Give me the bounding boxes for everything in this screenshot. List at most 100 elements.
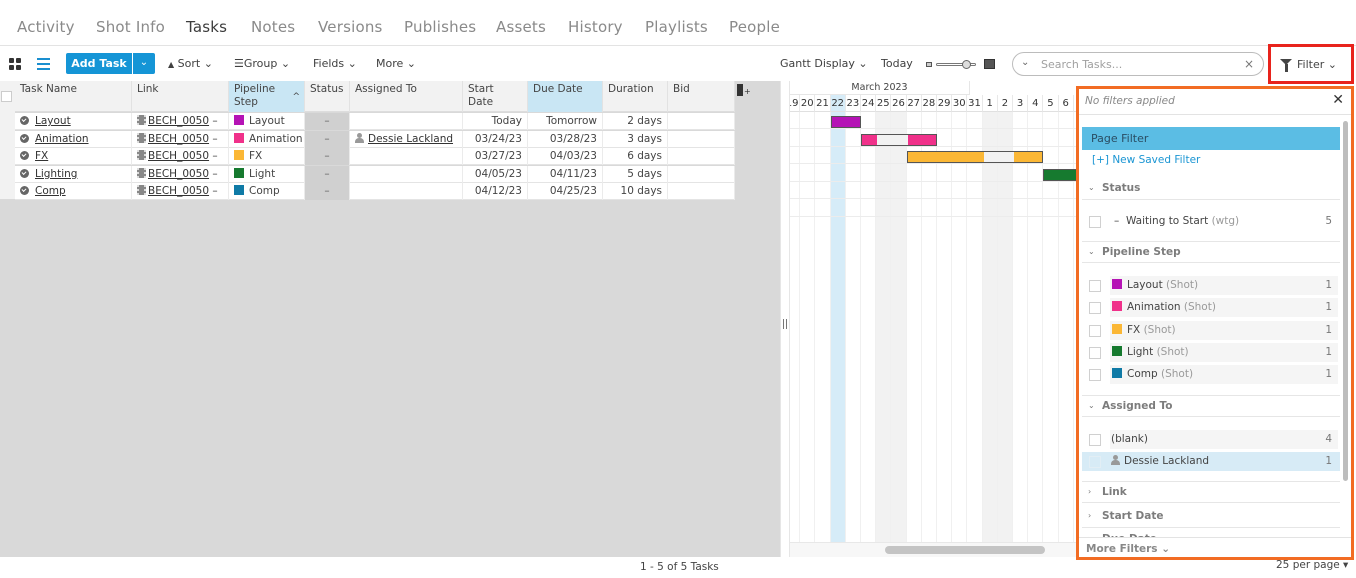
tab-publishes[interactable]: Publishes — [404, 18, 476, 36]
duration-value[interactable]: 2 days — [627, 115, 662, 127]
col-due-date[interactable]: Due Date — [528, 81, 603, 112]
table-row[interactable]: Animation BECH_0050 – Animation – Dessie Lac… — [15, 130, 735, 148]
grid-view-icon[interactable] — [9, 58, 21, 70]
checkbox[interactable] — [1089, 346, 1101, 359]
table-row[interactable]: Layout BECH_0050 – Layout – Today Tomorrow 2 d… — [15, 113, 735, 130]
task-name-link[interactable]: Lighting — [35, 168, 77, 180]
task-name-link[interactable]: FX — [35, 150, 48, 162]
select-all-checkbox[interactable] — [1, 91, 12, 102]
chevron-down-icon[interactable]: ⌄ — [1021, 57, 1029, 68]
tab-playlists[interactable]: Playlists — [645, 18, 708, 36]
col-assigned-to[interactable]: Assigned To — [350, 81, 463, 112]
gantt-bar[interactable] — [861, 133, 937, 146]
gantt-bar[interactable] — [906, 151, 1044, 163]
table-row[interactable]: Comp BECH_0050 – Comp – 04/12/23 04/25/23 10 d… — [15, 183, 735, 200]
section-start-date[interactable]: › Start Date — [1082, 506, 1340, 528]
search-input[interactable] — [1041, 56, 1236, 72]
add-task-dropdown[interactable]: ⌄ — [133, 53, 155, 74]
col-pipeline-step[interactable]: Pipeline Step ^ — [229, 81, 305, 112]
fields-button[interactable]: Fields ⌄ — [313, 57, 357, 70]
checkbox[interactable] — [1089, 434, 1101, 446]
filter-item-blank[interactable]: (blank) 4 — [1082, 430, 1340, 449]
start-date-value[interactable]: Today — [492, 115, 522, 127]
checkbox[interactable] — [1089, 216, 1101, 228]
status-value[interactable]: – — [324, 115, 329, 127]
task-name-link[interactable]: Layout — [35, 115, 71, 127]
start-date-value[interactable]: 03/27/23 — [475, 150, 522, 162]
tab-history[interactable]: History — [568, 18, 623, 36]
tab-versions[interactable]: Versions — [318, 18, 383, 36]
filter-button[interactable]: Filter ⌄ — [1268, 44, 1354, 84]
more-filters-button[interactable]: More Filters ⌄ — [1086, 543, 1170, 555]
duration-value[interactable]: 3 days — [627, 133, 662, 145]
link-value[interactable]: BECH_0050 — [148, 133, 209, 145]
checkbox[interactable] — [1089, 456, 1101, 468]
gantt-bar[interactable] — [830, 116, 861, 128]
section-pipeline-step[interactable]: ⌄ Pipeline Step — [1082, 241, 1340, 263]
due-date-value[interactable]: Tomorrow — [546, 115, 597, 127]
due-date-value[interactable]: 04/11/23 — [550, 168, 597, 180]
start-date-value[interactable]: 04/12/23 — [475, 185, 522, 197]
filter-panel-scrollbar[interactable] — [1343, 121, 1348, 481]
status-value[interactable]: – — [324, 133, 329, 145]
slider-handle[interactable] — [962, 60, 971, 69]
add-task-button[interactable]: Add Task — [66, 53, 132, 74]
filter-item-dessie-lackland[interactable]: Dessie Lackland 1 — [1082, 452, 1340, 471]
start-date-value[interactable]: 03/24/23 — [475, 133, 522, 145]
col-duration[interactable]: Duration — [603, 81, 668, 112]
filter-item-layout[interactable]: Layout (Shot) 1 — [1082, 276, 1340, 295]
table-row[interactable]: FX BECH_0050 – FX – 03/27/23 04/03/23 6 days — [15, 148, 735, 165]
col-status[interactable]: Status — [305, 81, 350, 112]
col-bid[interactable]: Bid — [668, 81, 735, 112]
filter-item-light[interactable]: Light (Shot) 1 — [1082, 342, 1340, 362]
link-value[interactable]: BECH_0050 — [148, 185, 209, 197]
duration-value[interactable]: 6 days — [627, 150, 662, 162]
section-link[interactable]: › Link — [1082, 481, 1340, 503]
filter-item-status[interactable]: – Waiting to Start (wtg) 5 — [1082, 212, 1340, 231]
today-button[interactable]: Today — [881, 57, 913, 70]
section-status[interactable]: ⌄ Status — [1082, 178, 1340, 200]
duration-value[interactable]: 10 days — [621, 185, 662, 197]
due-date-value[interactable]: 04/03/23 — [550, 150, 597, 162]
sort-button[interactable]: ▲ Sort ⌄ — [168, 57, 213, 70]
status-value[interactable]: – — [324, 168, 329, 180]
gantt-bar[interactable] — [1043, 168, 1080, 181]
more-button[interactable]: More ⌄ — [376, 57, 416, 70]
gantt-display-button[interactable]: Gantt Display ⌄ — [780, 57, 868, 70]
link-value[interactable]: BECH_0050 — [148, 168, 209, 180]
task-name-link[interactable]: Comp — [35, 185, 66, 197]
tab-notes[interactable]: Notes — [251, 18, 295, 36]
status-value[interactable]: – — [324, 150, 329, 162]
list-view-icon[interactable] — [37, 58, 50, 70]
col-start-date[interactable]: Start Date — [463, 81, 528, 112]
link-value[interactable]: BECH_0050 — [148, 115, 209, 127]
filter-item-fx[interactable]: FX (Shot) 1 — [1082, 320, 1340, 340]
close-icon[interactable]: ✕ — [1332, 92, 1344, 108]
status-value[interactable]: – — [324, 185, 329, 197]
page-filter-item[interactable]: Page Filter — [1082, 127, 1340, 150]
add-column-icon[interactable] — [737, 84, 751, 96]
col-task-name[interactable]: Task Name — [15, 81, 132, 112]
drag-handle-icon[interactable] — [783, 319, 787, 329]
zoom-slider[interactable] — [926, 59, 996, 71]
tab-people[interactable]: People — [729, 18, 780, 36]
due-date-value[interactable]: 04/25/23 — [550, 185, 597, 197]
filter-item-animation[interactable]: Animation (Shot) 1 — [1082, 298, 1340, 318]
gantt-scrollbar[interactable] — [885, 546, 1045, 554]
pane-splitter[interactable] — [780, 81, 790, 557]
clear-search-icon[interactable]: × — [1244, 57, 1254, 71]
duration-value[interactable]: 5 days — [627, 168, 662, 180]
section-assigned-to[interactable]: ⌄ Assigned To — [1082, 395, 1340, 417]
tab-shot-info[interactable]: Shot Info — [96, 18, 165, 36]
col-link[interactable]: Link — [132, 81, 229, 112]
checkbox[interactable] — [1089, 369, 1101, 382]
filter-item-comp[interactable]: Comp (Shot) 1 — [1082, 365, 1340, 385]
tab-assets[interactable]: Assets — [496, 18, 546, 36]
checkbox[interactable] — [1089, 324, 1101, 337]
tab-activity[interactable]: Activity — [17, 18, 75, 36]
new-saved-filter-link[interactable]: [+] New Saved Filter — [1092, 154, 1200, 166]
assignee-link[interactable]: Dessie Lackland — [368, 133, 453, 145]
per-page-select[interactable]: 25 per page ▾ — [1276, 559, 1348, 571]
due-date-value[interactable]: 03/28/23 — [550, 133, 597, 145]
start-date-value[interactable]: 04/05/23 — [475, 168, 522, 180]
